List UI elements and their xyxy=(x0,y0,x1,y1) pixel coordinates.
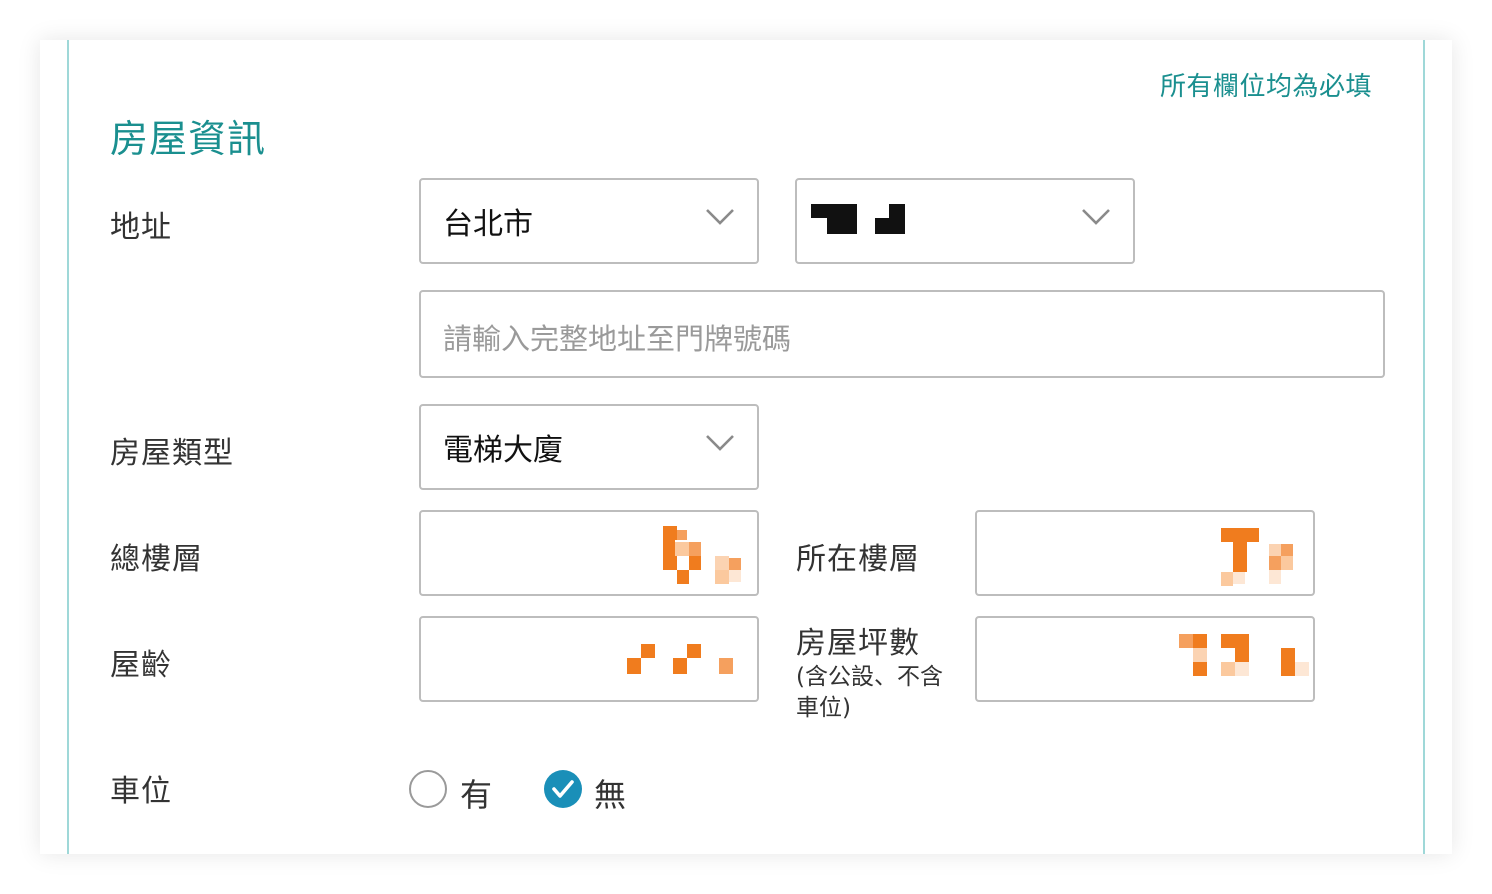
address-label: 地址 xyxy=(110,210,172,245)
left-border-line xyxy=(67,40,69,854)
area-masked-value xyxy=(1179,634,1309,676)
parking-option-no-label[interactable]: 無 xyxy=(594,770,626,816)
city-select[interactable]: 台北市 xyxy=(419,178,759,264)
floor-masked-value xyxy=(1221,528,1293,586)
total-floors-masked-value xyxy=(663,526,741,584)
area-label: 房屋坪數 xyxy=(796,626,920,661)
parking-label: 車位 xyxy=(110,774,172,809)
floor-input[interactable] xyxy=(975,510,1315,596)
house-type-select[interactable]: 電梯大廈 xyxy=(419,404,759,490)
district-masked-value xyxy=(811,204,905,234)
area-note: (含公設、不含車位) xyxy=(796,664,943,721)
total-floors-input[interactable] xyxy=(419,510,759,596)
house-type-label: 房屋類型 xyxy=(110,436,234,471)
required-note: 所有欄位均為必填 xyxy=(1160,72,1373,102)
total-floors-label: 總樓層 xyxy=(110,542,203,577)
age-label: 屋齡 xyxy=(110,648,172,683)
district-select[interactable] xyxy=(795,178,1135,264)
section-title: 房屋資訊 xyxy=(110,117,267,161)
chevron-down-icon xyxy=(706,209,734,225)
checkmark-icon xyxy=(552,780,574,798)
right-border-line xyxy=(1423,40,1425,854)
age-input[interactable] xyxy=(419,616,759,702)
city-select-value: 台北市 xyxy=(443,207,533,242)
chevron-down-icon xyxy=(1082,209,1110,225)
address-detail-input[interactable]: 請輸入完整地址至門牌號碼 xyxy=(419,290,1385,378)
area-input[interactable] xyxy=(975,616,1315,702)
parking-option-yes-label[interactable]: 有 xyxy=(460,770,492,816)
age-masked-value xyxy=(627,644,733,674)
house-type-select-value: 電梯大廈 xyxy=(443,433,563,468)
parking-radio-yes[interactable] xyxy=(409,770,447,808)
address-detail-placeholder: 請輸入完整地址至門牌號碼 xyxy=(443,322,792,356)
chevron-down-icon xyxy=(706,435,734,451)
parking-radio-no[interactable] xyxy=(544,770,582,808)
floor-label: 所在樓層 xyxy=(796,542,920,577)
